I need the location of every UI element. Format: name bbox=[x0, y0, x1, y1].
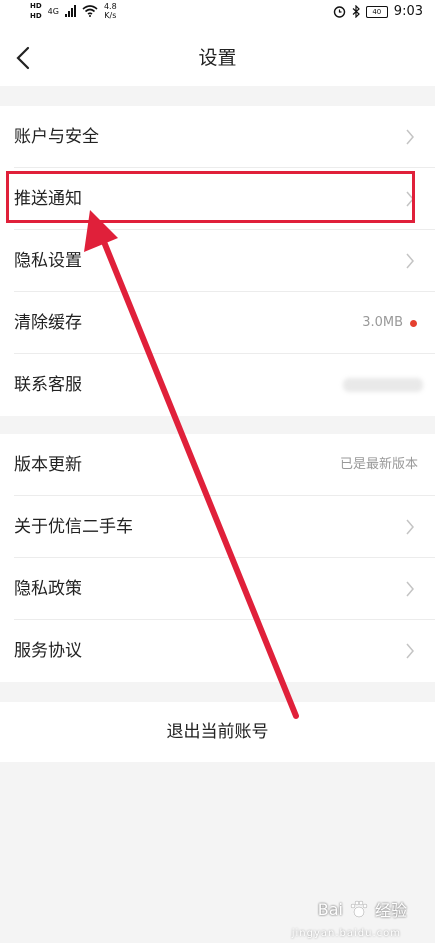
chevron-right-icon bbox=[406, 129, 414, 145]
settings-group-account: 账户与安全 推送通知 隐私设置 清除缓存 3.0MB 联系客服 bbox=[0, 106, 435, 416]
row-label: 服务协议 bbox=[14, 641, 82, 661]
sim2-label: HD bbox=[30, 12, 42, 20]
row-clear-cache[interactable]: 清除缓存 3.0MB bbox=[0, 292, 435, 354]
page-title: 设置 bbox=[198, 47, 237, 69]
row-label: 关于优信二手车 bbox=[14, 517, 133, 537]
chevron-right-icon bbox=[406, 643, 414, 659]
row-account-security[interactable]: 账户与安全 bbox=[0, 106, 435, 168]
row-about-app[interactable]: 关于优信二手车 bbox=[0, 496, 435, 558]
network-speed-value: 4.8 bbox=[103, 2, 117, 11]
chevron-right-icon bbox=[406, 253, 414, 269]
row-label: 账户与安全 bbox=[14, 127, 99, 147]
watermark-brand2: 经验 bbox=[374, 901, 407, 920]
battery-icon: 40 bbox=[365, 5, 388, 18]
sim-indicators: HD HD bbox=[30, 2, 42, 20]
chevron-right-icon bbox=[406, 581, 414, 597]
chevron-right-icon bbox=[406, 519, 414, 535]
row-privacy-policy[interactable]: 隐私政策 bbox=[0, 558, 435, 620]
logout-button[interactable]: 退出当前账号 bbox=[0, 702, 435, 762]
baidu-watermark: Bai 经验 bbox=[318, 897, 407, 921]
paw-icon bbox=[350, 900, 368, 918]
wifi-icon bbox=[82, 5, 98, 17]
red-dot-badge bbox=[410, 320, 417, 327]
watermark-url: jingyan.baidu.com bbox=[291, 928, 401, 939]
status-bar: HD HD 4G 4.8 K/s 40 9:03 bbox=[0, 0, 435, 30]
row-label: 联系客服 bbox=[14, 375, 82, 395]
row-label: 清除缓存 bbox=[14, 313, 82, 333]
version-status-value: 已是最新版本 bbox=[339, 457, 418, 472]
row-label: 隐私设置 bbox=[14, 251, 82, 271]
blurred-phone-number bbox=[343, 378, 423, 392]
clock: 9:03 bbox=[393, 4, 423, 19]
nav-bar: 设置 bbox=[0, 30, 435, 86]
status-right: 40 9:03 bbox=[333, 4, 423, 19]
highlight-box-annotation bbox=[6, 171, 415, 223]
settings-group-about: 版本更新 已是最新版本 关于优信二手车 隐私政策 服务协议 bbox=[0, 434, 435, 682]
bluetooth-icon bbox=[352, 5, 360, 18]
row-privacy-settings[interactable]: 隐私设置 bbox=[0, 230, 435, 292]
network-speed: 4.8 K/s bbox=[104, 2, 117, 20]
network-speed-unit: K/s bbox=[104, 11, 117, 20]
watermark-brand: Bai bbox=[317, 899, 343, 919]
status-left: HD HD 4G 4.8 K/s bbox=[30, 2, 117, 20]
row-customer-service[interactable]: 联系客服 bbox=[0, 354, 435, 416]
cache-size-value: 3.0MB bbox=[362, 315, 403, 330]
alarm-icon bbox=[333, 6, 345, 18]
row-version-update[interactable]: 版本更新 已是最新版本 bbox=[0, 434, 435, 496]
row-label: 隐私政策 bbox=[14, 579, 82, 599]
signal-icon bbox=[64, 5, 76, 17]
row-label: 版本更新 bbox=[14, 455, 82, 475]
sim1-label: HD bbox=[30, 2, 42, 10]
net-type-label: 4G bbox=[47, 6, 59, 16]
row-service-agreement[interactable]: 服务协议 bbox=[0, 620, 435, 682]
